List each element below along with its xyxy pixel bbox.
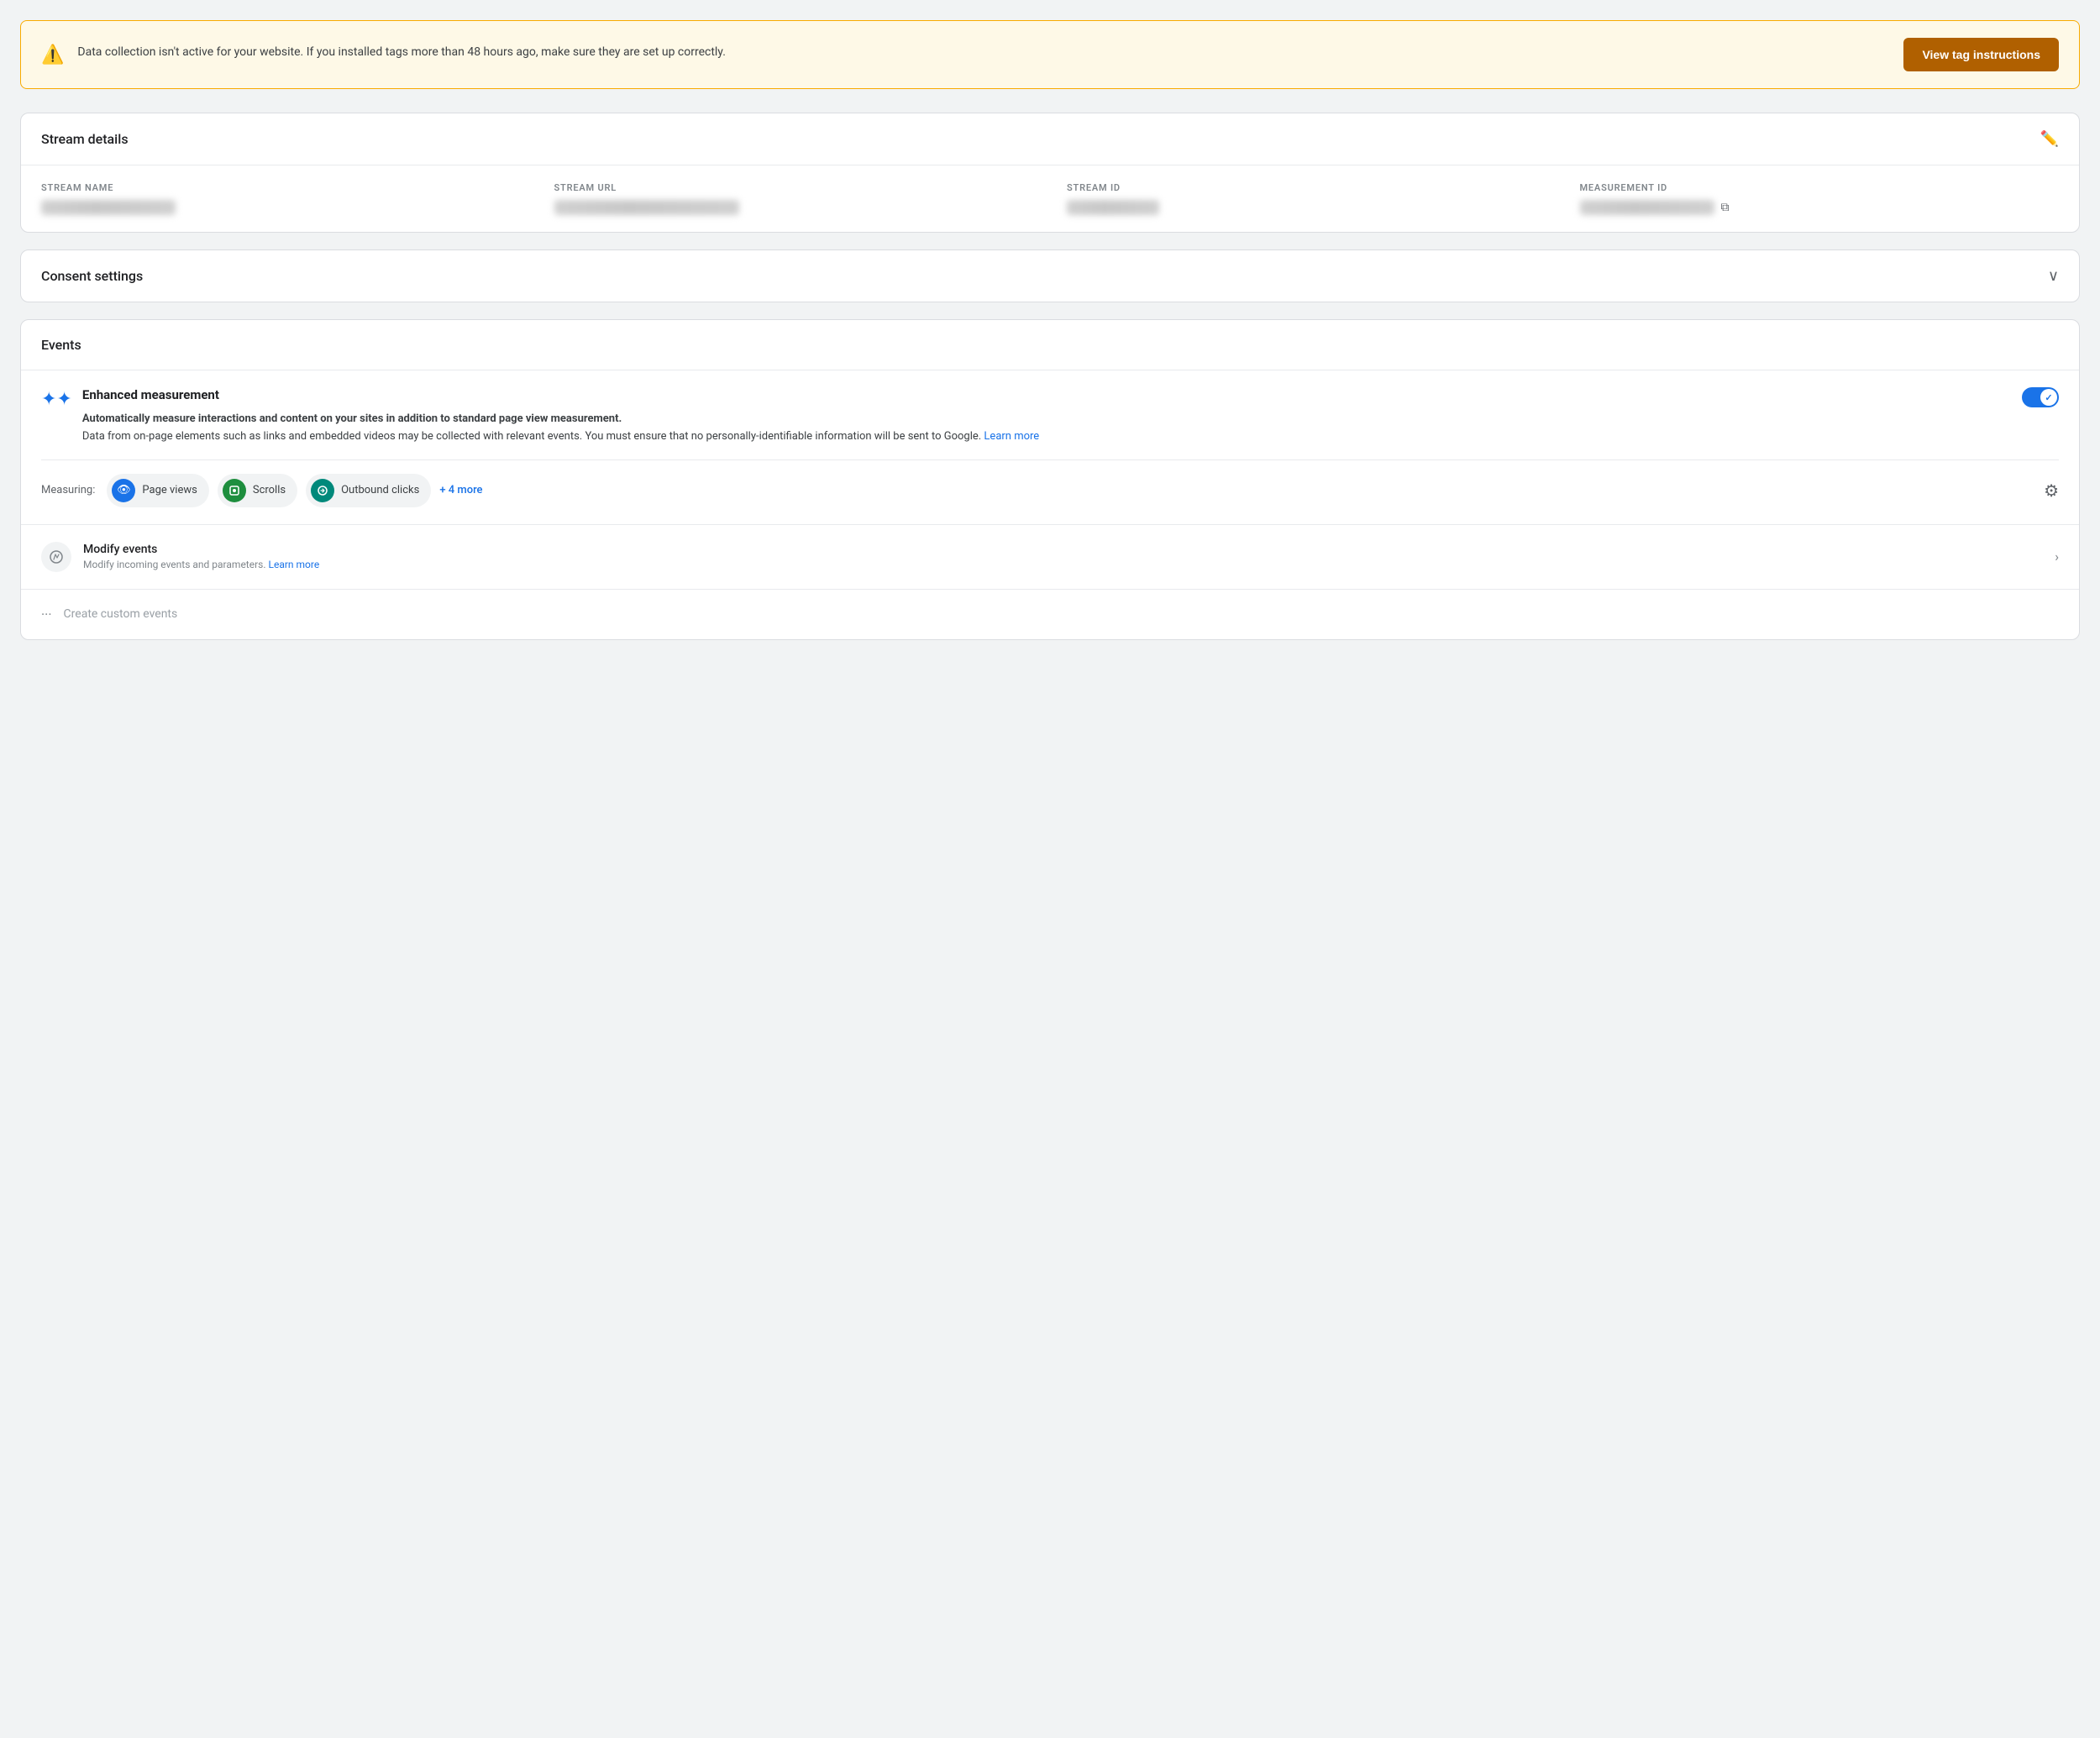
warning-banner: ⚠️ Data collection isn't active for your… <box>20 20 2080 89</box>
stream-details-card: Stream details ✏️ STREAM NAME STREAM URL… <box>20 113 2080 233</box>
divider <box>41 459 2059 460</box>
enhanced-measurement-top: ✦✦ Enhanced measurement Automatically me… <box>41 387 2059 446</box>
create-custom-icon: ··· <box>41 606 52 622</box>
enhanced-measurement-section: ✦✦ Enhanced measurement Automatically me… <box>21 370 2079 525</box>
stream-name-value <box>41 200 176 215</box>
create-custom-text: Create custom events <box>64 607 178 621</box>
measurement-id-label: MEASUREMENT ID <box>1580 182 2060 193</box>
warning-text: Data collection isn't active for your we… <box>77 44 725 61</box>
outbound-clicks-chip: Outbound clicks <box>306 474 431 507</box>
warning-left: ⚠️ Data collection isn't active for your… <box>41 44 1883 66</box>
measuring-row: Measuring: 👁 Page views Scrolls <box>41 474 2059 507</box>
create-custom-events-row: ··· Create custom events <box>21 590 2079 639</box>
page-views-icon: 👁 <box>112 479 135 502</box>
edit-icon[interactable]: ✏️ <box>2040 130 2059 148</box>
em-learn-more-link[interactable]: Learn more <box>984 430 1039 443</box>
stream-id-value <box>1067 200 1159 215</box>
gear-icon[interactable]: ⚙ <box>2044 480 2059 501</box>
modify-events-title: Modify events <box>83 543 319 556</box>
modify-events-icon <box>41 542 71 572</box>
measurement-id-value <box>1580 200 1714 215</box>
outbound-clicks-icon <box>311 479 334 502</box>
stream-name-label: STREAM NAME <box>41 182 521 193</box>
modify-events-learn-more[interactable]: Learn more <box>269 559 320 570</box>
more-events-link[interactable]: + 4 more <box>439 484 482 496</box>
enhanced-measurement-content: Enhanced measurement Automatically measu… <box>82 387 1998 446</box>
chevron-down-icon[interactable]: ∨ <box>2048 267 2059 285</box>
enhanced-measurement-description: Automatically measure interactions and c… <box>82 411 1998 446</box>
view-tag-instructions-button[interactable]: View tag instructions <box>1903 38 2059 71</box>
copy-icon[interactable]: ⧉ <box>1721 201 1730 214</box>
scrolls-icon <box>223 479 246 502</box>
modify-events-info: Modify events Modify incoming events and… <box>83 543 319 570</box>
page-views-label: Page views <box>142 484 197 496</box>
stream-url-label: STREAM URL <box>554 182 1034 193</box>
toggle-check-icon: ✓ <box>2045 392 2052 403</box>
outbound-clicks-label: Outbound clicks <box>341 484 419 496</box>
measurement-id-field: MEASUREMENT ID ⧉ <box>1580 182 2060 215</box>
measuring-label: Measuring: <box>41 484 95 496</box>
consent-settings-title: Consent settings <box>41 268 143 284</box>
scrolls-chip: Scrolls <box>218 474 297 507</box>
scrolls-label: Scrolls <box>253 484 286 496</box>
enhanced-measurement-title: Enhanced measurement <box>82 387 1998 402</box>
chevron-right-icon: › <box>2055 549 2059 564</box>
modify-events-subtitle: Modify incoming events and parameters. L… <box>83 559 319 570</box>
consent-settings-card: Consent settings ∨ <box>20 249 2080 302</box>
stream-url-field: STREAM URL <box>554 182 1034 215</box>
modify-events-left: Modify events Modify incoming events and… <box>41 542 319 572</box>
stream-id-label: STREAM ID <box>1067 182 1546 193</box>
warning-icon: ⚠️ <box>41 45 64 66</box>
consent-settings-header[interactable]: Consent settings ∨ <box>21 250 2079 302</box>
enhanced-measurement-toggle[interactable]: ✓ <box>2022 387 2059 407</box>
events-card: Events ✦✦ Enhanced measurement Automatic… <box>20 319 2080 640</box>
stream-fields: STREAM NAME STREAM URL STREAM ID MEASURE… <box>21 165 2079 232</box>
stream-id-field: STREAM ID <box>1067 182 1546 215</box>
em-desc-bold: Automatically measure interactions and c… <box>82 412 622 425</box>
events-title: Events <box>41 337 81 353</box>
em-desc-secondary: Data from on-page elements such as links… <box>82 430 981 443</box>
measurement-id-row: ⧉ <box>1580 200 2060 215</box>
stream-details-title: Stream details <box>41 131 129 147</box>
page-views-chip: 👁 Page views <box>107 474 208 507</box>
sparkle-icon: ✦✦ <box>41 389 72 410</box>
toggle-container[interactable]: ✓ <box>2022 387 2059 407</box>
events-header: Events <box>21 320 2079 370</box>
toggle-thumb: ✓ <box>2040 389 2057 406</box>
stream-details-header: Stream details ✏️ <box>21 113 2079 165</box>
modify-events-row[interactable]: Modify events Modify incoming events and… <box>21 525 2079 590</box>
stream-url-value <box>554 200 739 215</box>
stream-name-field: STREAM NAME <box>41 182 521 215</box>
